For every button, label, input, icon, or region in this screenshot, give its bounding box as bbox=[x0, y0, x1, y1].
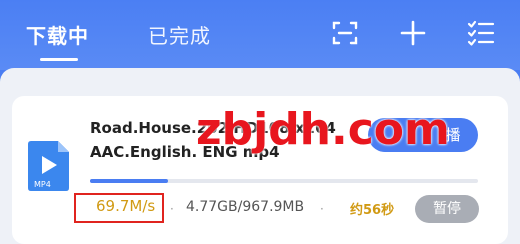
progress-fill bbox=[90, 179, 168, 183]
tab-completed[interactable]: 已完成 bbox=[148, 20, 211, 49]
download-size: 4.77GB/967.9MB bbox=[186, 199, 305, 215]
watermark-text: zbjdh.com bbox=[196, 104, 450, 155]
tab-downloading[interactable]: 下载中 bbox=[26, 20, 89, 49]
time-remaining: 约56秒 bbox=[350, 203, 395, 218]
separator-dot: · bbox=[170, 202, 174, 216]
video-file-icon: MP4 bbox=[26, 140, 70, 192]
download-progress-bar bbox=[90, 179, 478, 183]
separator-dot: · bbox=[320, 202, 324, 216]
plus-icon[interactable] bbox=[398, 18, 428, 48]
active-tab-indicator bbox=[40, 58, 78, 61]
pause-button[interactable]: 暂停 bbox=[415, 195, 479, 223]
file-type-label: MP4 bbox=[34, 180, 51, 189]
list-check-icon[interactable] bbox=[466, 18, 496, 48]
download-speed: 69.7M/s bbox=[96, 197, 156, 215]
scan-icon[interactable] bbox=[330, 18, 360, 48]
